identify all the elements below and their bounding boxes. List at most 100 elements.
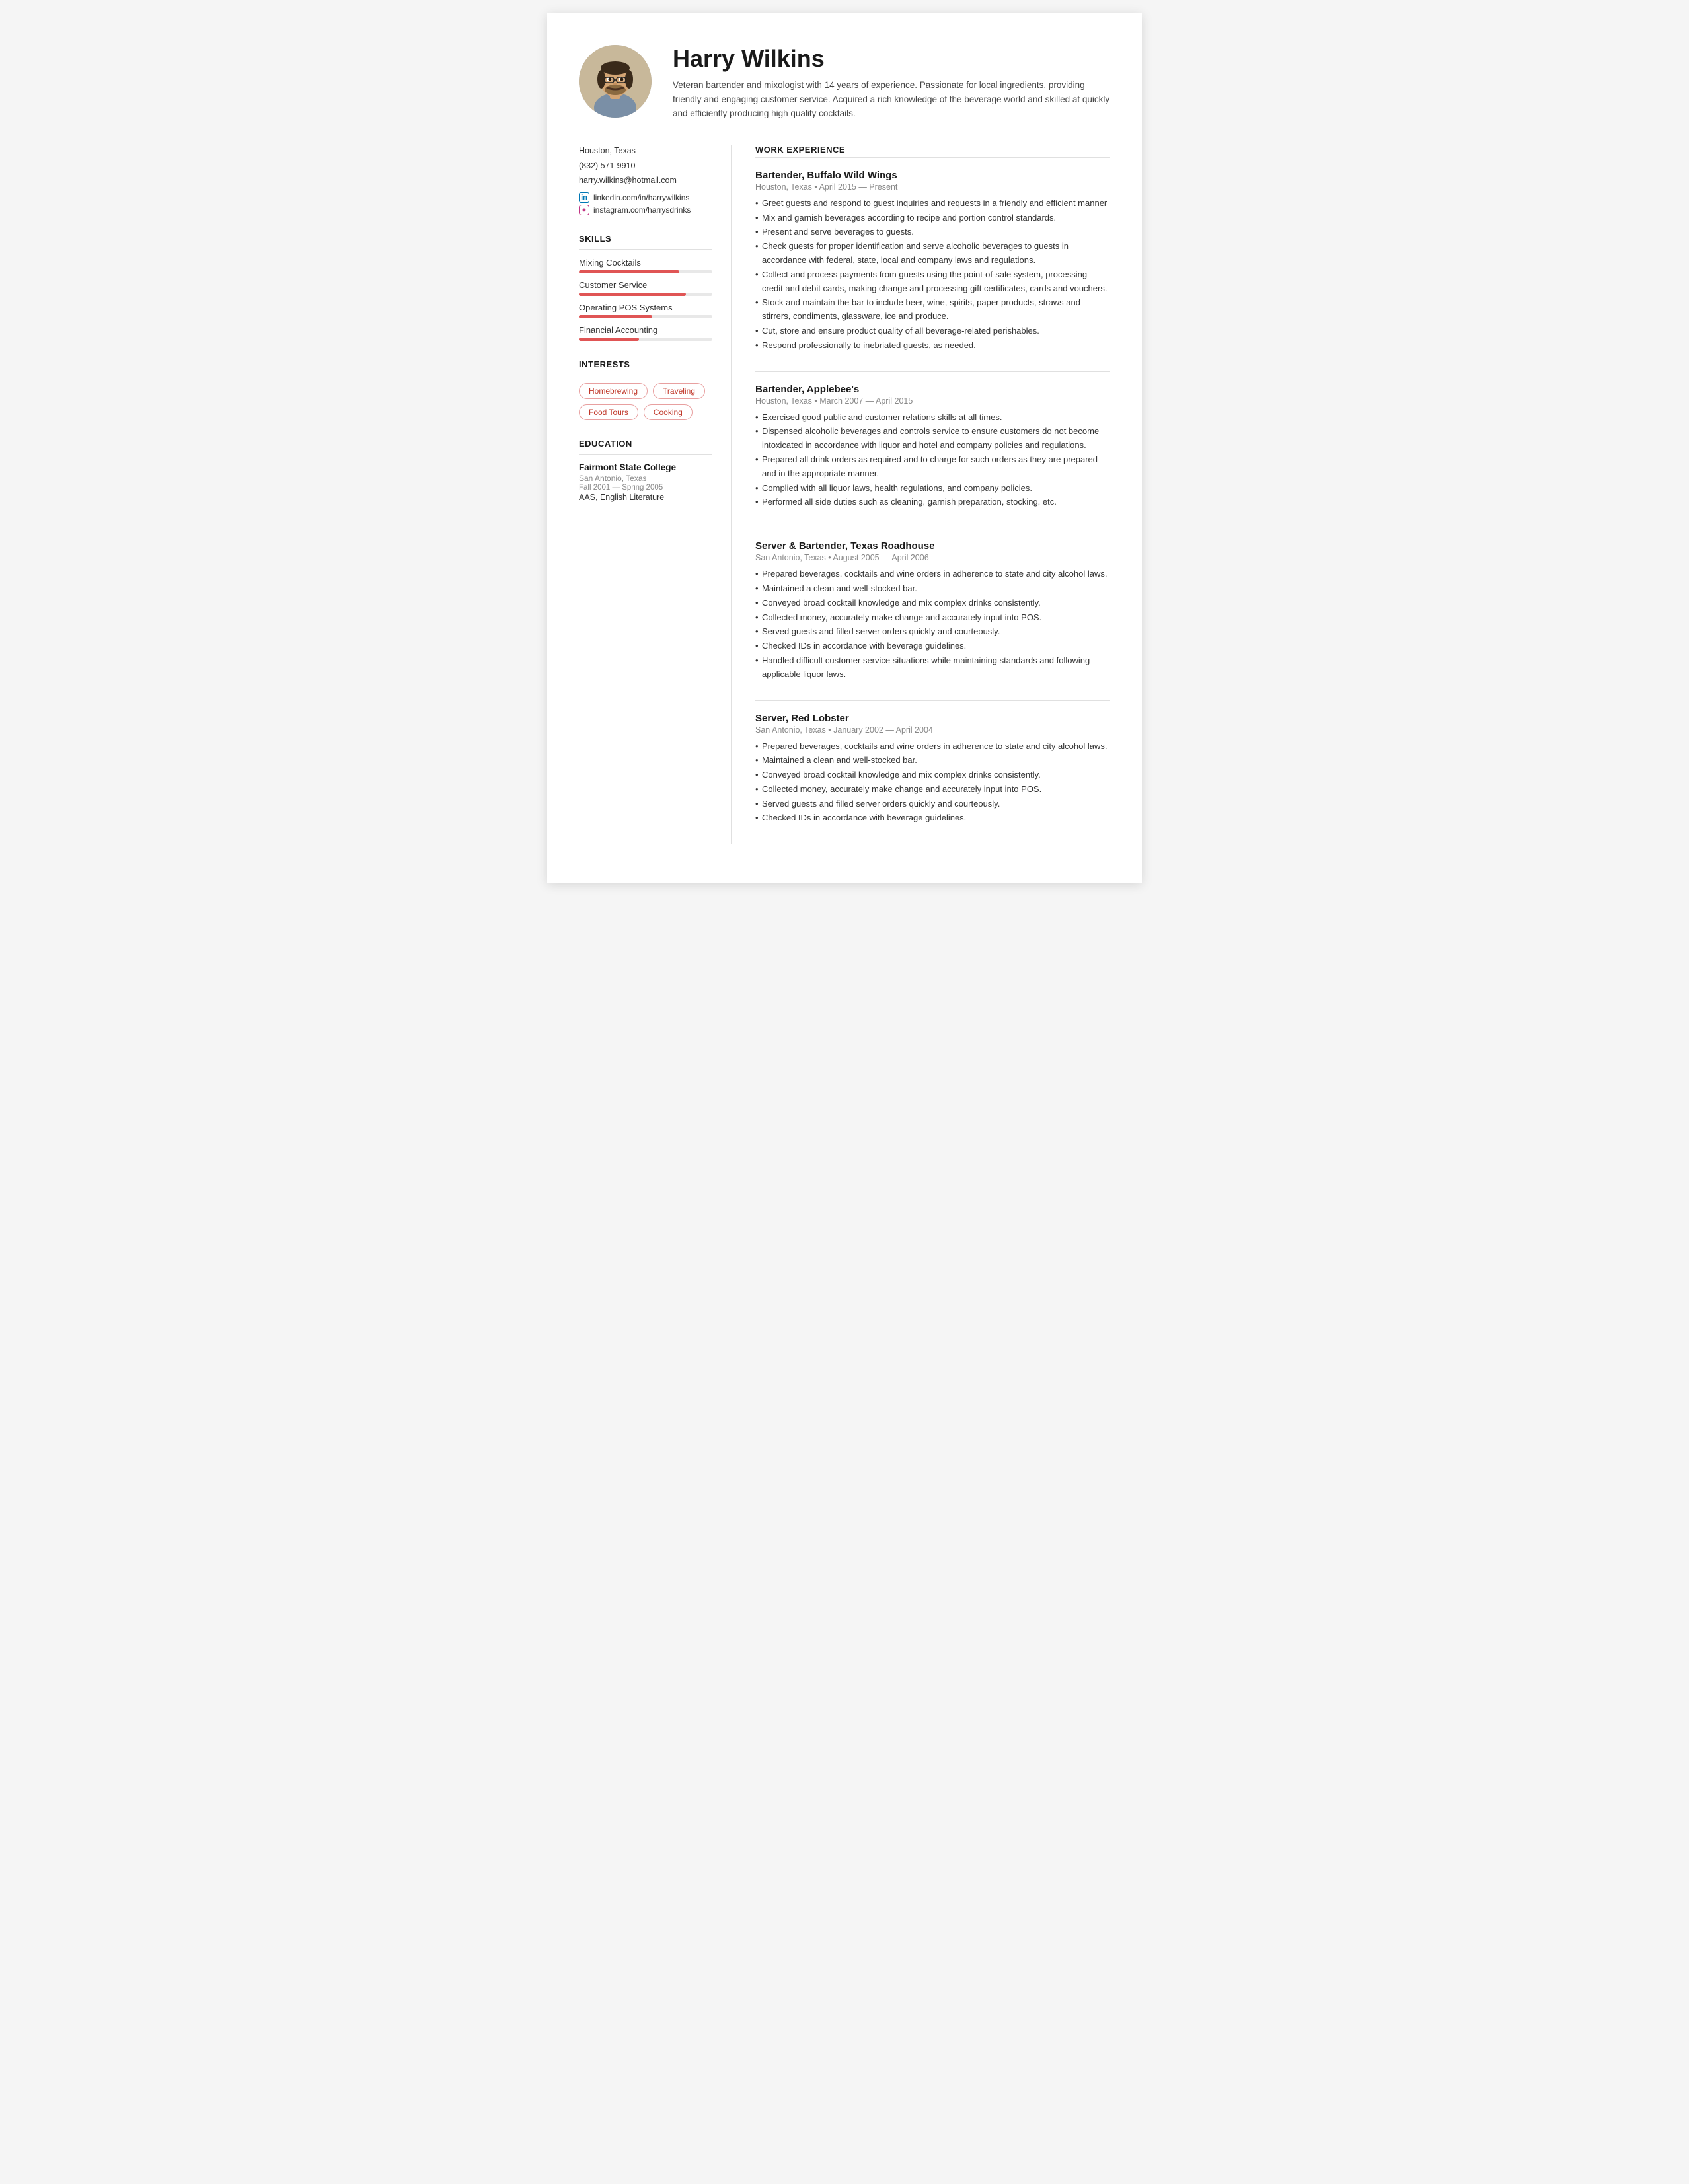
job-section-divider xyxy=(755,371,1110,372)
instagram-url: instagram.com/harrysdrinks xyxy=(593,205,691,215)
jobs-list: Bartender, Buffalo Wild WingsHouston, Te… xyxy=(755,170,1110,826)
skill-item: Customer Service xyxy=(579,280,712,296)
interest-tag: Cooking xyxy=(644,404,693,420)
edu-degree: AAS, English Literature xyxy=(579,493,712,502)
job-block: Bartender, Applebee'sHouston, Texas • Ma… xyxy=(755,384,1110,510)
job-bullet: Greet guests and respond to guest inquir… xyxy=(755,197,1110,211)
edu-school: Fairmont State College xyxy=(579,462,712,472)
job-bullets: Prepared beverages, cocktails and wine o… xyxy=(755,567,1110,681)
job-bullet: Collect and process payments from guests… xyxy=(755,268,1110,296)
work-section-divider xyxy=(755,157,1110,158)
skill-bar-fill xyxy=(579,293,686,296)
skills-section: SKILLS Mixing Cocktails Customer Service… xyxy=(579,234,712,341)
skill-name: Operating POS Systems xyxy=(579,303,712,312)
contact-instagram: ● instagram.com/harrysdrinks xyxy=(579,205,712,215)
avatar xyxy=(579,45,652,118)
work-section-title: WORK EXPERIENCE xyxy=(755,145,1110,155)
job-title: Server & Bartender, Texas Roadhouse xyxy=(755,540,1110,552)
job-bullet: Dispensed alcoholic beverages and contro… xyxy=(755,425,1110,453)
contact-email: harry.wilkins@hotmail.com xyxy=(579,174,712,187)
job-bullets: Prepared beverages, cocktails and wine o… xyxy=(755,740,1110,826)
education-section: EDUCATION Fairmont State College San Ant… xyxy=(579,439,712,502)
header-summary: Veteran bartender and mixologist with 14… xyxy=(673,78,1110,121)
skill-item: Mixing Cocktails xyxy=(579,258,712,273)
contact-location: Houston, Texas xyxy=(579,145,712,157)
instagram-icon: ● xyxy=(579,205,589,215)
job-bullet: Served guests and filled server orders q… xyxy=(755,625,1110,639)
linkedin-url: linkedin.com/in/harrywilkins xyxy=(593,193,689,202)
skill-name: Mixing Cocktails xyxy=(579,258,712,268)
job-bullet: Collected money, accurately make change … xyxy=(755,783,1110,797)
left-column: Houston, Texas (832) 571-9910 harry.wilk… xyxy=(579,145,731,844)
header-name: Harry Wilkins xyxy=(673,45,1110,73)
job-block: Server & Bartender, Texas RoadhouseSan A… xyxy=(755,540,1110,681)
header-info: Harry Wilkins Veteran bartender and mixo… xyxy=(673,45,1110,121)
job-bullet: Check guests for proper identification a… xyxy=(755,240,1110,268)
job-bullet: Performed all side duties such as cleani… xyxy=(755,495,1110,509)
job-bullet: Collected money, accurately make change … xyxy=(755,611,1110,625)
job-meta: San Antonio, Texas • August 2005 — April… xyxy=(755,553,1110,562)
job-title: Server, Red Lobster xyxy=(755,713,1110,724)
contact-section: Houston, Texas (832) 571-9910 harry.wilk… xyxy=(579,145,712,215)
resume-page: Harry Wilkins Veteran bartender and mixo… xyxy=(547,13,1142,883)
education-title: EDUCATION xyxy=(579,439,712,449)
job-bullet: Stock and maintain the bar to include be… xyxy=(755,296,1110,324)
job-block: Server, Red LobsterSan Antonio, Texas • … xyxy=(755,713,1110,826)
job-bullets: Greet guests and respond to guest inquir… xyxy=(755,197,1110,353)
skill-name: Financial Accounting xyxy=(579,325,712,335)
skill-name: Customer Service xyxy=(579,280,712,290)
skill-bar-bg xyxy=(579,270,712,273)
contact-phone: (832) 571-9910 xyxy=(579,160,712,172)
job-bullet: Served guests and filled server orders q… xyxy=(755,797,1110,811)
skill-bar-fill xyxy=(579,315,652,318)
interests-title: INTERESTS xyxy=(579,359,712,369)
job-bullet: Mix and garnish beverages according to r… xyxy=(755,211,1110,225)
skill-item: Financial Accounting xyxy=(579,325,712,341)
job-bullet: Complied with all liquor laws, health re… xyxy=(755,482,1110,495)
job-bullet: Checked IDs in accordance with beverage … xyxy=(755,639,1110,653)
job-meta: Houston, Texas • April 2015 — Present xyxy=(755,182,1110,192)
skills-title: SKILLS xyxy=(579,234,712,244)
job-bullet: Checked IDs in accordance with beverage … xyxy=(755,811,1110,825)
skills-divider xyxy=(579,249,712,250)
job-section-divider xyxy=(755,700,1110,701)
header: Harry Wilkins Veteran bartender and mixo… xyxy=(579,45,1110,121)
interest-tag: Food Tours xyxy=(579,404,638,420)
right-column: WORK EXPERIENCE Bartender, Buffalo Wild … xyxy=(731,145,1110,844)
skill-item: Operating POS Systems xyxy=(579,303,712,318)
job-meta: San Antonio, Texas • January 2002 — Apri… xyxy=(755,725,1110,735)
skill-bar-fill xyxy=(579,270,679,273)
job-bullet: Conveyed broad cocktail knowledge and mi… xyxy=(755,597,1110,610)
skill-bar-fill xyxy=(579,338,639,341)
skills-list: Mixing Cocktails Customer Service Operat… xyxy=(579,258,712,341)
contact-linkedin: in linkedin.com/in/harrywilkins xyxy=(579,192,712,203)
education-divider xyxy=(579,454,712,455)
job-title: Bartender, Buffalo Wild Wings xyxy=(755,170,1110,181)
edu-dates: Fall 2001 — Spring 2005 xyxy=(579,484,712,491)
job-bullet: Prepared all drink orders as required an… xyxy=(755,453,1110,481)
job-bullet: Maintained a clean and well-stocked bar. xyxy=(755,582,1110,596)
skill-bar-bg xyxy=(579,315,712,318)
edu-location: San Antonio, Texas xyxy=(579,474,712,483)
body: Houston, Texas (832) 571-9910 harry.wilk… xyxy=(579,145,1110,844)
linkedin-icon: in xyxy=(579,192,589,203)
job-bullet: Prepared beverages, cocktails and wine o… xyxy=(755,567,1110,581)
interest-tag: Homebrewing xyxy=(579,383,648,399)
job-bullets: Exercised good public and customer relat… xyxy=(755,411,1110,510)
job-bullet: Cut, store and ensure product quality of… xyxy=(755,324,1110,338)
interest-tag: Traveling xyxy=(653,383,705,399)
job-title: Bartender, Applebee's xyxy=(755,384,1110,395)
skill-bar-bg xyxy=(579,338,712,341)
job-block: Bartender, Buffalo Wild WingsHouston, Te… xyxy=(755,170,1110,353)
job-bullet: Prepared beverages, cocktails and wine o… xyxy=(755,740,1110,754)
job-bullet: Conveyed broad cocktail knowledge and mi… xyxy=(755,768,1110,782)
job-bullet: Respond professionally to inebriated gue… xyxy=(755,339,1110,353)
job-bullet: Exercised good public and customer relat… xyxy=(755,411,1110,425)
skill-bar-bg xyxy=(579,293,712,296)
interest-tags: Homebrewing Traveling Food Tours Cooking xyxy=(579,383,712,420)
job-bullet: Present and serve beverages to guests. xyxy=(755,225,1110,239)
job-meta: Houston, Texas • March 2007 — April 2015 xyxy=(755,396,1110,406)
interests-section: INTERESTS Homebrewing Traveling Food Tours… xyxy=(579,359,712,420)
job-bullet: Maintained a clean and well-stocked bar. xyxy=(755,754,1110,768)
job-bullet: Handled difficult customer service situa… xyxy=(755,654,1110,682)
